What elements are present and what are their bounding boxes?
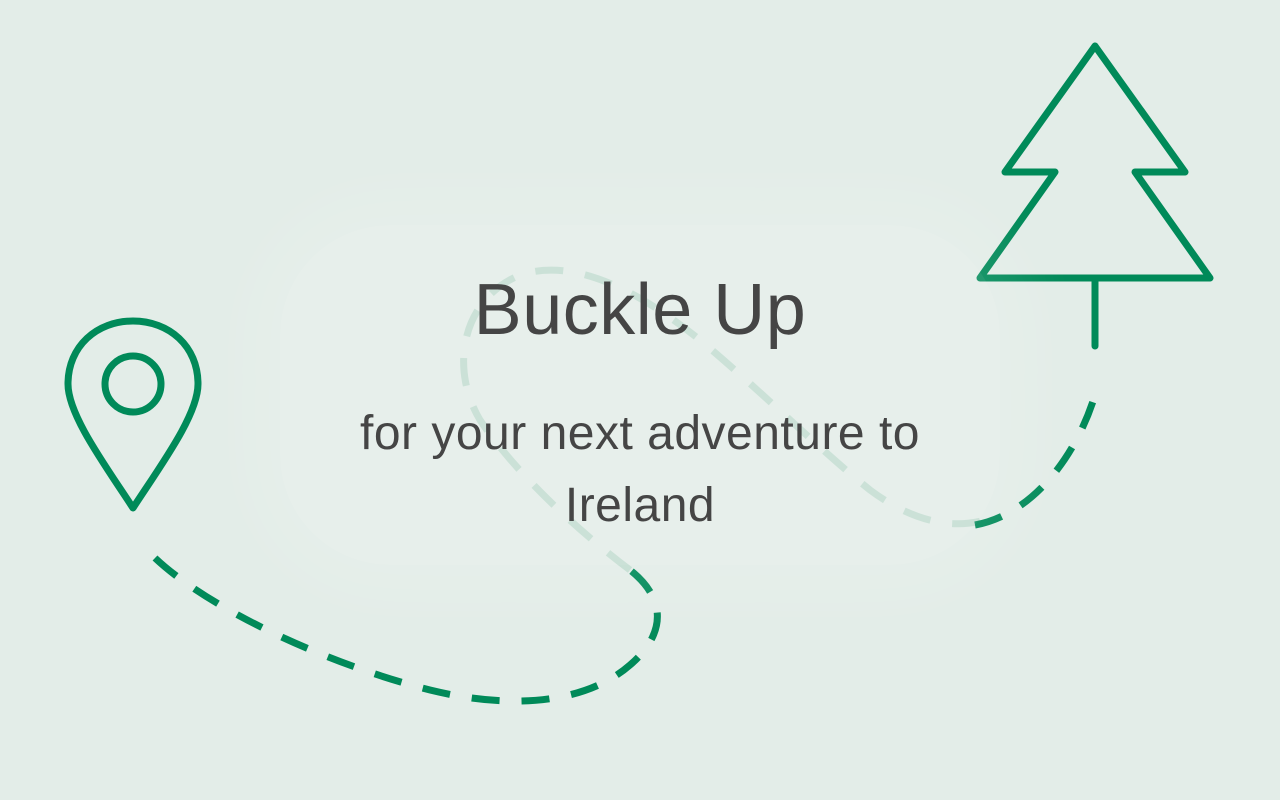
- route-path-start: [152, 555, 661, 705]
- map-pin-icon: [64, 317, 202, 512]
- hero-title: Buckle Up: [473, 270, 807, 350]
- pine-tree-icon: [976, 42, 1214, 350]
- hero-banner: Buckle Up for your next adventure to Ire…: [0, 0, 1280, 800]
- hero-subtitle: for your next adventure to Ireland: [360, 407, 920, 532]
